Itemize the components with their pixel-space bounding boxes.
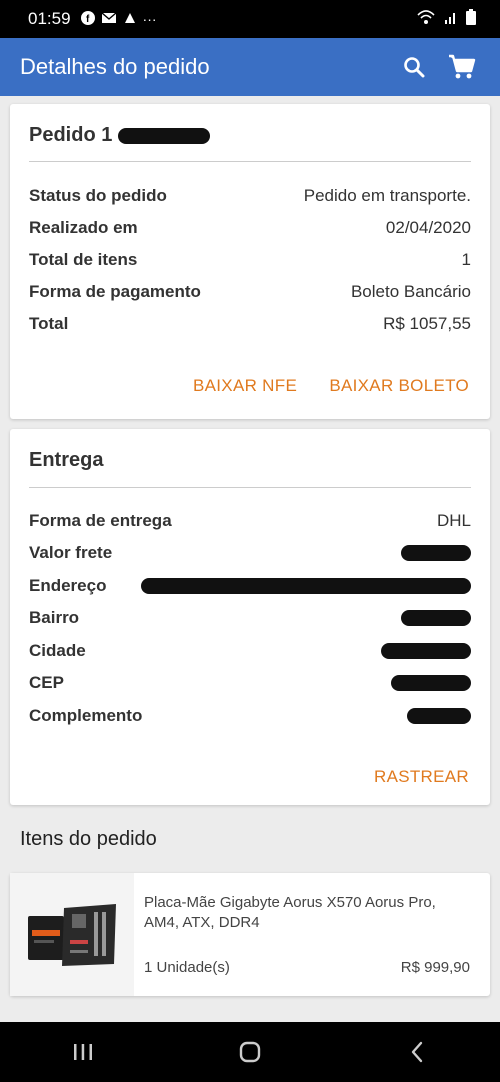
redacted-value (381, 643, 471, 659)
order-item[interactable]: Placa-Mãe Gigabyte Aorus X570 Aorus Pro,… (10, 873, 490, 996)
row-label: Total (29, 314, 69, 333)
delivery-row-complement: Complemento (29, 704, 471, 728)
order-card: Pedido 1 Status do pedido Pedido em tran… (10, 104, 490, 419)
facebook-icon: f (80, 10, 95, 28)
item-name: Placa-Mãe Gigabyte Aorus X570 Aorus Pro,… (144, 894, 436, 931)
search-button[interactable] (396, 49, 432, 85)
order-row-total: Total R$ 1057,55 (29, 312, 471, 336)
notification-icons: f ··· (80, 10, 157, 28)
item-quantity: 1 Unidade(s) (144, 959, 230, 976)
row-label: Complemento (29, 706, 143, 725)
redacted-value (391, 675, 471, 691)
divider (29, 487, 471, 488)
recent-apps-icon (74, 1044, 93, 1060)
search-icon (404, 57, 425, 78)
order-row-status: Status do pedido Pedido em transporte. (29, 184, 471, 208)
cart-button[interactable] (444, 49, 480, 85)
row-label: Forma de entrega (29, 511, 172, 530)
download-nfe-button[interactable]: BAIXAR NFE (193, 376, 297, 396)
order-title: Pedido 1 (29, 124, 113, 146)
row-label: Valor frete (29, 543, 113, 562)
status-bar: 01:59 f ··· (0, 0, 500, 38)
row-value: 02/04/2020 (385, 218, 471, 237)
redacted-value (401, 545, 471, 561)
track-button[interactable]: RASTREAR (374, 767, 469, 787)
redacted-value (407, 708, 471, 724)
battery-icon (466, 9, 476, 29)
delivery-row-zip: CEP (29, 671, 471, 695)
redacted-order-number (117, 127, 210, 144)
email-icon (101, 11, 117, 28)
row-value: R$ 1057,55 (383, 314, 471, 333)
more-notifications: ··· (142, 11, 157, 27)
home-icon (239, 1041, 261, 1063)
row-label: Bairro (29, 608, 80, 627)
recent-apps-button[interactable] (53, 1032, 113, 1072)
row-value: Pedido em transporte. (303, 186, 471, 205)
divider (29, 161, 471, 162)
delivery-row-address: Endereço (29, 574, 471, 598)
item-price: R$ 999,90 (400, 959, 470, 976)
row-value: Boleto Bancário (350, 282, 471, 301)
wifi-icon (416, 9, 436, 29)
row-label: Status do pedido (29, 186, 167, 205)
items-section-title: Itens do pedido (20, 828, 157, 850)
order-row-payment: Forma de pagamento Boleto Bancário (29, 280, 471, 304)
app-bar: Detalhes do pedido (0, 38, 500, 96)
signal-icon (444, 10, 458, 28)
row-label: CEP (29, 673, 64, 692)
row-label: Cidade (29, 641, 86, 660)
redacted-value (401, 610, 471, 626)
row-label: Realizado em (29, 218, 138, 237)
system-nav-bar (0, 1022, 500, 1082)
row-value: DHL (436, 511, 471, 530)
cart-icon (449, 54, 476, 79)
delivery-card: Entrega Forma de entrega DHL Valor frete… (10, 429, 490, 805)
delivery-row-method: Forma de entrega DHL (29, 509, 471, 533)
delivery-title: Entrega (29, 449, 104, 471)
row-label: Endereço (29, 576, 107, 595)
page-title: Detalhes do pedido (20, 54, 210, 79)
order-row-items: Total de itens 1 (29, 248, 471, 272)
home-button[interactable] (220, 1032, 280, 1072)
redacted-value (141, 578, 471, 594)
product-image (10, 873, 134, 996)
delivery-row-district: Bairro (29, 606, 471, 630)
order-row-date: Realizado em 02/04/2020 (29, 216, 471, 240)
back-button[interactable] (387, 1032, 447, 1072)
clock: 01:59 (28, 9, 71, 28)
delivery-row-shipping: Valor frete (29, 541, 471, 565)
delivery-row-city: Cidade (29, 639, 471, 663)
back-icon (411, 1041, 422, 1063)
row-label: Forma de pagamento (29, 282, 201, 301)
row-value: 1 (461, 250, 471, 269)
download-boleto-button[interactable]: BAIXAR BOLETO (329, 376, 469, 396)
row-label: Total de itens (29, 250, 138, 269)
app-icon (123, 11, 137, 28)
